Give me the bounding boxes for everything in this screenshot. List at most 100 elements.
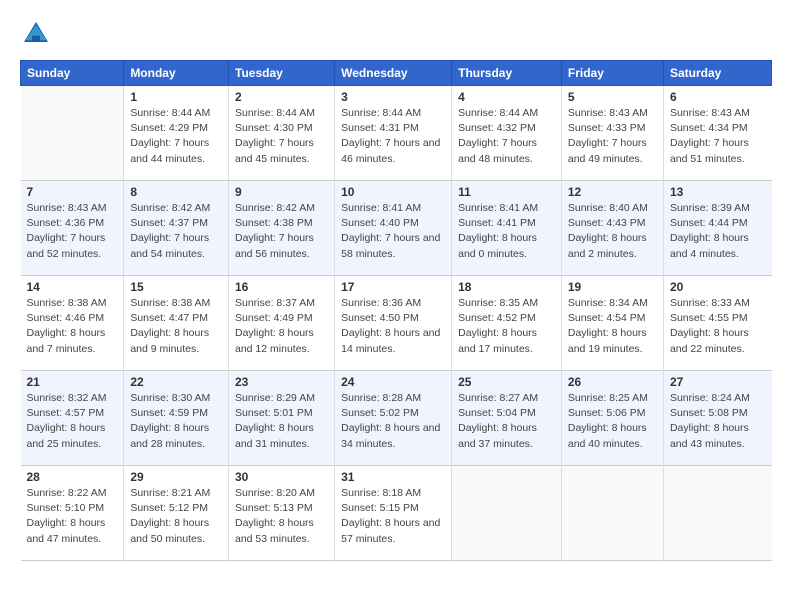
day-number: 3 — [341, 90, 445, 104]
day-info: Sunrise: 8:21 AM Sunset: 5:12 PM Dayligh… — [130, 486, 222, 547]
daylight-text: Daylight: 8 hours and 9 minutes. — [130, 327, 209, 354]
day-info: Sunrise: 8:40 AM Sunset: 4:43 PM Dayligh… — [568, 201, 657, 262]
sunset-text: Sunset: 5:10 PM — [27, 502, 105, 514]
day-cell: 17 Sunrise: 8:36 AM Sunset: 4:50 PM Dayl… — [335, 276, 452, 371]
day-number: 14 — [27, 280, 118, 294]
week-row-4: 28 Sunrise: 8:22 AM Sunset: 5:10 PM Dayl… — [21, 466, 772, 561]
day-number: 18 — [458, 280, 555, 294]
day-cell: 7 Sunrise: 8:43 AM Sunset: 4:36 PM Dayli… — [21, 181, 124, 276]
daylight-text: Daylight: 7 hours and 51 minutes. — [670, 137, 749, 164]
day-number: 24 — [341, 375, 445, 389]
day-info: Sunrise: 8:37 AM Sunset: 4:49 PM Dayligh… — [235, 296, 328, 357]
sunrise-text: Sunrise: 8:43 AM — [670, 107, 750, 119]
day-number: 5 — [568, 90, 657, 104]
sunrise-text: Sunrise: 8:42 AM — [235, 202, 315, 214]
daylight-text: Daylight: 8 hours and 14 minutes. — [341, 327, 440, 354]
sunrise-text: Sunrise: 8:40 AM — [568, 202, 648, 214]
sunset-text: Sunset: 4:32 PM — [458, 122, 536, 134]
day-number: 13 — [670, 185, 766, 199]
day-cell: 20 Sunrise: 8:33 AM Sunset: 4:55 PM Dayl… — [663, 276, 771, 371]
sunrise-text: Sunrise: 8:25 AM — [568, 392, 648, 404]
sunrise-text: Sunrise: 8:21 AM — [130, 487, 210, 499]
sunrise-text: Sunrise: 8:20 AM — [235, 487, 315, 499]
day-cell: 4 Sunrise: 8:44 AM Sunset: 4:32 PM Dayli… — [452, 86, 562, 181]
sunrise-text: Sunrise: 8:30 AM — [130, 392, 210, 404]
day-info: Sunrise: 8:38 AM Sunset: 4:47 PM Dayligh… — [130, 296, 222, 357]
sunrise-text: Sunrise: 8:35 AM — [458, 297, 538, 309]
daylight-text: Daylight: 7 hours and 49 minutes. — [568, 137, 647, 164]
sunrise-text: Sunrise: 8:44 AM — [130, 107, 210, 119]
sunset-text: Sunset: 4:34 PM — [670, 122, 748, 134]
sunset-text: Sunset: 5:04 PM — [458, 407, 536, 419]
daylight-text: Daylight: 7 hours and 45 minutes. — [235, 137, 314, 164]
sunset-text: Sunset: 4:47 PM — [130, 312, 208, 324]
sunrise-text: Sunrise: 8:37 AM — [235, 297, 315, 309]
daylight-text: Daylight: 7 hours and 54 minutes. — [130, 232, 209, 259]
sunrise-text: Sunrise: 8:41 AM — [341, 202, 421, 214]
sunrise-text: Sunrise: 8:39 AM — [670, 202, 750, 214]
sunset-text: Sunset: 4:29 PM — [130, 122, 208, 134]
day-number: 22 — [130, 375, 222, 389]
daylight-text: Daylight: 8 hours and 25 minutes. — [27, 422, 106, 449]
sunset-text: Sunset: 4:41 PM — [458, 217, 536, 229]
daylight-text: Daylight: 8 hours and 2 minutes. — [568, 232, 647, 259]
day-number: 10 — [341, 185, 445, 199]
header-sunday: Sunday — [21, 61, 124, 86]
day-info: Sunrise: 8:42 AM Sunset: 4:37 PM Dayligh… — [130, 201, 222, 262]
sunset-text: Sunset: 4:44 PM — [670, 217, 748, 229]
sunrise-text: Sunrise: 8:42 AM — [130, 202, 210, 214]
day-info: Sunrise: 8:18 AM Sunset: 5:15 PM Dayligh… — [341, 486, 445, 547]
sunrise-text: Sunrise: 8:33 AM — [670, 297, 750, 309]
day-info: Sunrise: 8:27 AM Sunset: 5:04 PM Dayligh… — [458, 391, 555, 452]
sunrise-text: Sunrise: 8:44 AM — [341, 107, 421, 119]
sunset-text: Sunset: 5:02 PM — [341, 407, 419, 419]
header-tuesday: Tuesday — [229, 61, 335, 86]
day-cell: 21 Sunrise: 8:32 AM Sunset: 4:57 PM Dayl… — [21, 371, 124, 466]
sunset-text: Sunset: 5:01 PM — [235, 407, 313, 419]
day-number: 19 — [568, 280, 657, 294]
sunrise-text: Sunrise: 8:29 AM — [235, 392, 315, 404]
day-cell: 1 Sunrise: 8:44 AM Sunset: 4:29 PM Dayli… — [124, 86, 229, 181]
day-info: Sunrise: 8:44 AM Sunset: 4:29 PM Dayligh… — [130, 106, 222, 167]
sunrise-text: Sunrise: 8:38 AM — [130, 297, 210, 309]
day-cell: 16 Sunrise: 8:37 AM Sunset: 4:49 PM Dayl… — [229, 276, 335, 371]
day-cell: 12 Sunrise: 8:40 AM Sunset: 4:43 PM Dayl… — [561, 181, 663, 276]
sunrise-text: Sunrise: 8:28 AM — [341, 392, 421, 404]
day-number: 31 — [341, 470, 445, 484]
day-cell: 23 Sunrise: 8:29 AM Sunset: 5:01 PM Dayl… — [229, 371, 335, 466]
day-cell: 27 Sunrise: 8:24 AM Sunset: 5:08 PM Dayl… — [663, 371, 771, 466]
daylight-text: Daylight: 7 hours and 58 minutes. — [341, 232, 440, 259]
day-info: Sunrise: 8:22 AM Sunset: 5:10 PM Dayligh… — [27, 486, 118, 547]
sunrise-text: Sunrise: 8:34 AM — [568, 297, 648, 309]
week-row-1: 7 Sunrise: 8:43 AM Sunset: 4:36 PM Dayli… — [21, 181, 772, 276]
sunset-text: Sunset: 4:33 PM — [568, 122, 646, 134]
day-info: Sunrise: 8:39 AM Sunset: 4:44 PM Dayligh… — [670, 201, 766, 262]
day-number: 23 — [235, 375, 328, 389]
day-cell: 14 Sunrise: 8:38 AM Sunset: 4:46 PM Dayl… — [21, 276, 124, 371]
day-cell: 15 Sunrise: 8:38 AM Sunset: 4:47 PM Dayl… — [124, 276, 229, 371]
day-number: 27 — [670, 375, 766, 389]
daylight-text: Daylight: 8 hours and 7 minutes. — [27, 327, 106, 354]
logo — [20, 18, 56, 50]
sunrise-text: Sunrise: 8:32 AM — [27, 392, 107, 404]
sunset-text: Sunset: 4:40 PM — [341, 217, 419, 229]
day-number: 1 — [130, 90, 222, 104]
daylight-text: Daylight: 8 hours and 22 minutes. — [670, 327, 749, 354]
daylight-text: Daylight: 8 hours and 47 minutes. — [27, 517, 106, 544]
day-info: Sunrise: 8:43 AM Sunset: 4:34 PM Dayligh… — [670, 106, 766, 167]
sunset-text: Sunset: 4:54 PM — [568, 312, 646, 324]
day-cell: 9 Sunrise: 8:42 AM Sunset: 4:38 PM Dayli… — [229, 181, 335, 276]
week-row-3: 21 Sunrise: 8:32 AM Sunset: 4:57 PM Dayl… — [21, 371, 772, 466]
sunrise-text: Sunrise: 8:44 AM — [235, 107, 315, 119]
daylight-text: Daylight: 8 hours and 57 minutes. — [341, 517, 440, 544]
day-number: 15 — [130, 280, 222, 294]
day-number: 9 — [235, 185, 328, 199]
day-number: 26 — [568, 375, 657, 389]
day-number: 8 — [130, 185, 222, 199]
daylight-text: Daylight: 7 hours and 56 minutes. — [235, 232, 314, 259]
day-info: Sunrise: 8:20 AM Sunset: 5:13 PM Dayligh… — [235, 486, 328, 547]
daylight-text: Daylight: 8 hours and 28 minutes. — [130, 422, 209, 449]
day-cell: 29 Sunrise: 8:21 AM Sunset: 5:12 PM Dayl… — [124, 466, 229, 561]
day-info: Sunrise: 8:44 AM Sunset: 4:31 PM Dayligh… — [341, 106, 445, 167]
day-cell: 19 Sunrise: 8:34 AM Sunset: 4:54 PM Dayl… — [561, 276, 663, 371]
